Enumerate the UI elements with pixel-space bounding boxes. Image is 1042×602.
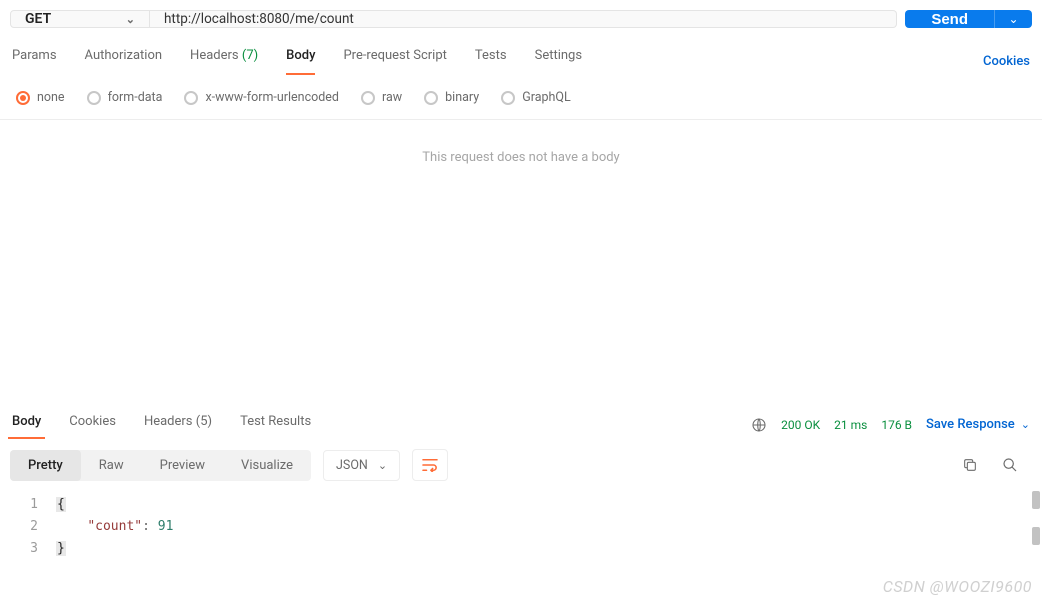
wrap-icon <box>421 458 439 472</box>
chevron-down-icon: ⌄ <box>126 13 135 26</box>
radio-icon <box>184 91 198 105</box>
status-code: 200 OK <box>781 418 820 432</box>
line-number: 3 <box>0 541 56 556</box>
save-response-label: Save Response <box>926 417 1015 432</box>
chevron-down-icon: ⌄ <box>1021 418 1030 431</box>
http-method-value: GET <box>25 11 51 27</box>
tab-tests[interactable]: Tests <box>475 48 507 75</box>
scrollbar-handle[interactable] <box>1032 527 1040 545</box>
radio-label: form-data <box>108 90 163 105</box>
scrollbar-handle[interactable] <box>1032 491 1040 509</box>
chevron-down-icon: ⌄ <box>1008 12 1018 26</box>
watermark: CSDN @WOOZI9600 <box>883 577 1032 596</box>
cookies-link[interactable]: Cookies <box>983 54 1030 69</box>
radio-label: x-www-form-urlencoded <box>205 90 339 105</box>
tab-prerequest[interactable]: Pre-request Script <box>343 48 446 75</box>
format-select[interactable]: JSON ⌄ <box>323 450 400 481</box>
wrap-lines-button[interactable] <box>412 449 448 481</box>
body-type-formdata[interactable]: form-data <box>87 90 163 105</box>
search-button[interactable] <box>1002 457 1018 473</box>
view-raw[interactable]: Raw <box>81 450 142 481</box>
tab-authorization[interactable]: Authorization <box>85 48 163 75</box>
json-value: 91 <box>158 519 174 534</box>
save-response-button[interactable]: Save Response ⌄ <box>926 417 1030 432</box>
body-type-raw[interactable]: raw <box>361 90 402 105</box>
response-body-code[interactable]: 1 { 2 "count": 91 3 } <box>0 489 1042 559</box>
tab-headers-count: (7) <box>242 48 258 63</box>
tab-params[interactable]: Params <box>12 48 57 75</box>
chevron-down-icon: ⌄ <box>378 459 387 472</box>
body-type-urlencoded[interactable]: x-www-form-urlencoded <box>184 90 339 105</box>
resp-tab-headers[interactable]: Headers (5) <box>140 410 216 439</box>
view-visualize[interactable]: Visualize <box>223 450 311 481</box>
radio-icon <box>361 91 375 105</box>
format-value: JSON <box>336 458 368 473</box>
radio-label: raw <box>382 90 402 105</box>
radio-icon <box>16 91 30 105</box>
url-text: http://localhost:8080/me/count <box>164 11 354 27</box>
response-time: 21 ms <box>834 418 867 432</box>
copy-icon <box>962 457 978 473</box>
code-brace-close: } <box>56 541 66 556</box>
search-icon <box>1002 457 1018 473</box>
radio-label: none <box>37 90 65 105</box>
copy-button[interactable] <box>962 457 978 473</box>
body-type-binary[interactable]: binary <box>424 90 479 105</box>
radio-label: GraphQL <box>522 90 571 105</box>
body-type-graphql[interactable]: GraphQL <box>501 90 571 105</box>
line-number: 1 <box>0 497 56 512</box>
resp-tab-testresults[interactable]: Test Results <box>236 410 315 439</box>
view-pretty[interactable]: Pretty <box>10 450 81 481</box>
view-preview[interactable]: Preview <box>142 450 223 481</box>
resp-tab-headers-count: (5) <box>196 414 212 429</box>
send-button[interactable]: Send <box>905 10 994 28</box>
radio-label: binary <box>445 90 479 105</box>
http-method-select[interactable]: GET ⌄ <box>10 10 150 28</box>
tab-headers-label: Headers <box>190 48 239 63</box>
tab-settings[interactable]: Settings <box>535 48 582 75</box>
resp-tab-cookies[interactable]: Cookies <box>65 410 120 439</box>
tab-headers[interactable]: Headers (7) <box>190 48 258 75</box>
response-size: 176 B <box>881 418 912 432</box>
radio-icon <box>501 91 515 105</box>
radio-icon <box>87 91 101 105</box>
send-options-button[interactable]: ⌄ <box>994 10 1032 28</box>
body-type-none[interactable]: none <box>16 90 65 105</box>
radio-icon <box>424 91 438 105</box>
resp-tab-body[interactable]: Body <box>8 410 45 439</box>
json-key: "count" <box>87 519 142 534</box>
code-brace-open: { <box>56 497 66 512</box>
no-body-message: This request does not have a body <box>0 120 1042 165</box>
tab-body[interactable]: Body <box>286 48 315 75</box>
url-input[interactable]: http://localhost:8080/me/count <box>150 10 897 28</box>
line-number: 2 <box>0 519 56 534</box>
globe-icon[interactable] <box>751 417 767 433</box>
resp-tab-headers-label: Headers <box>144 414 193 429</box>
